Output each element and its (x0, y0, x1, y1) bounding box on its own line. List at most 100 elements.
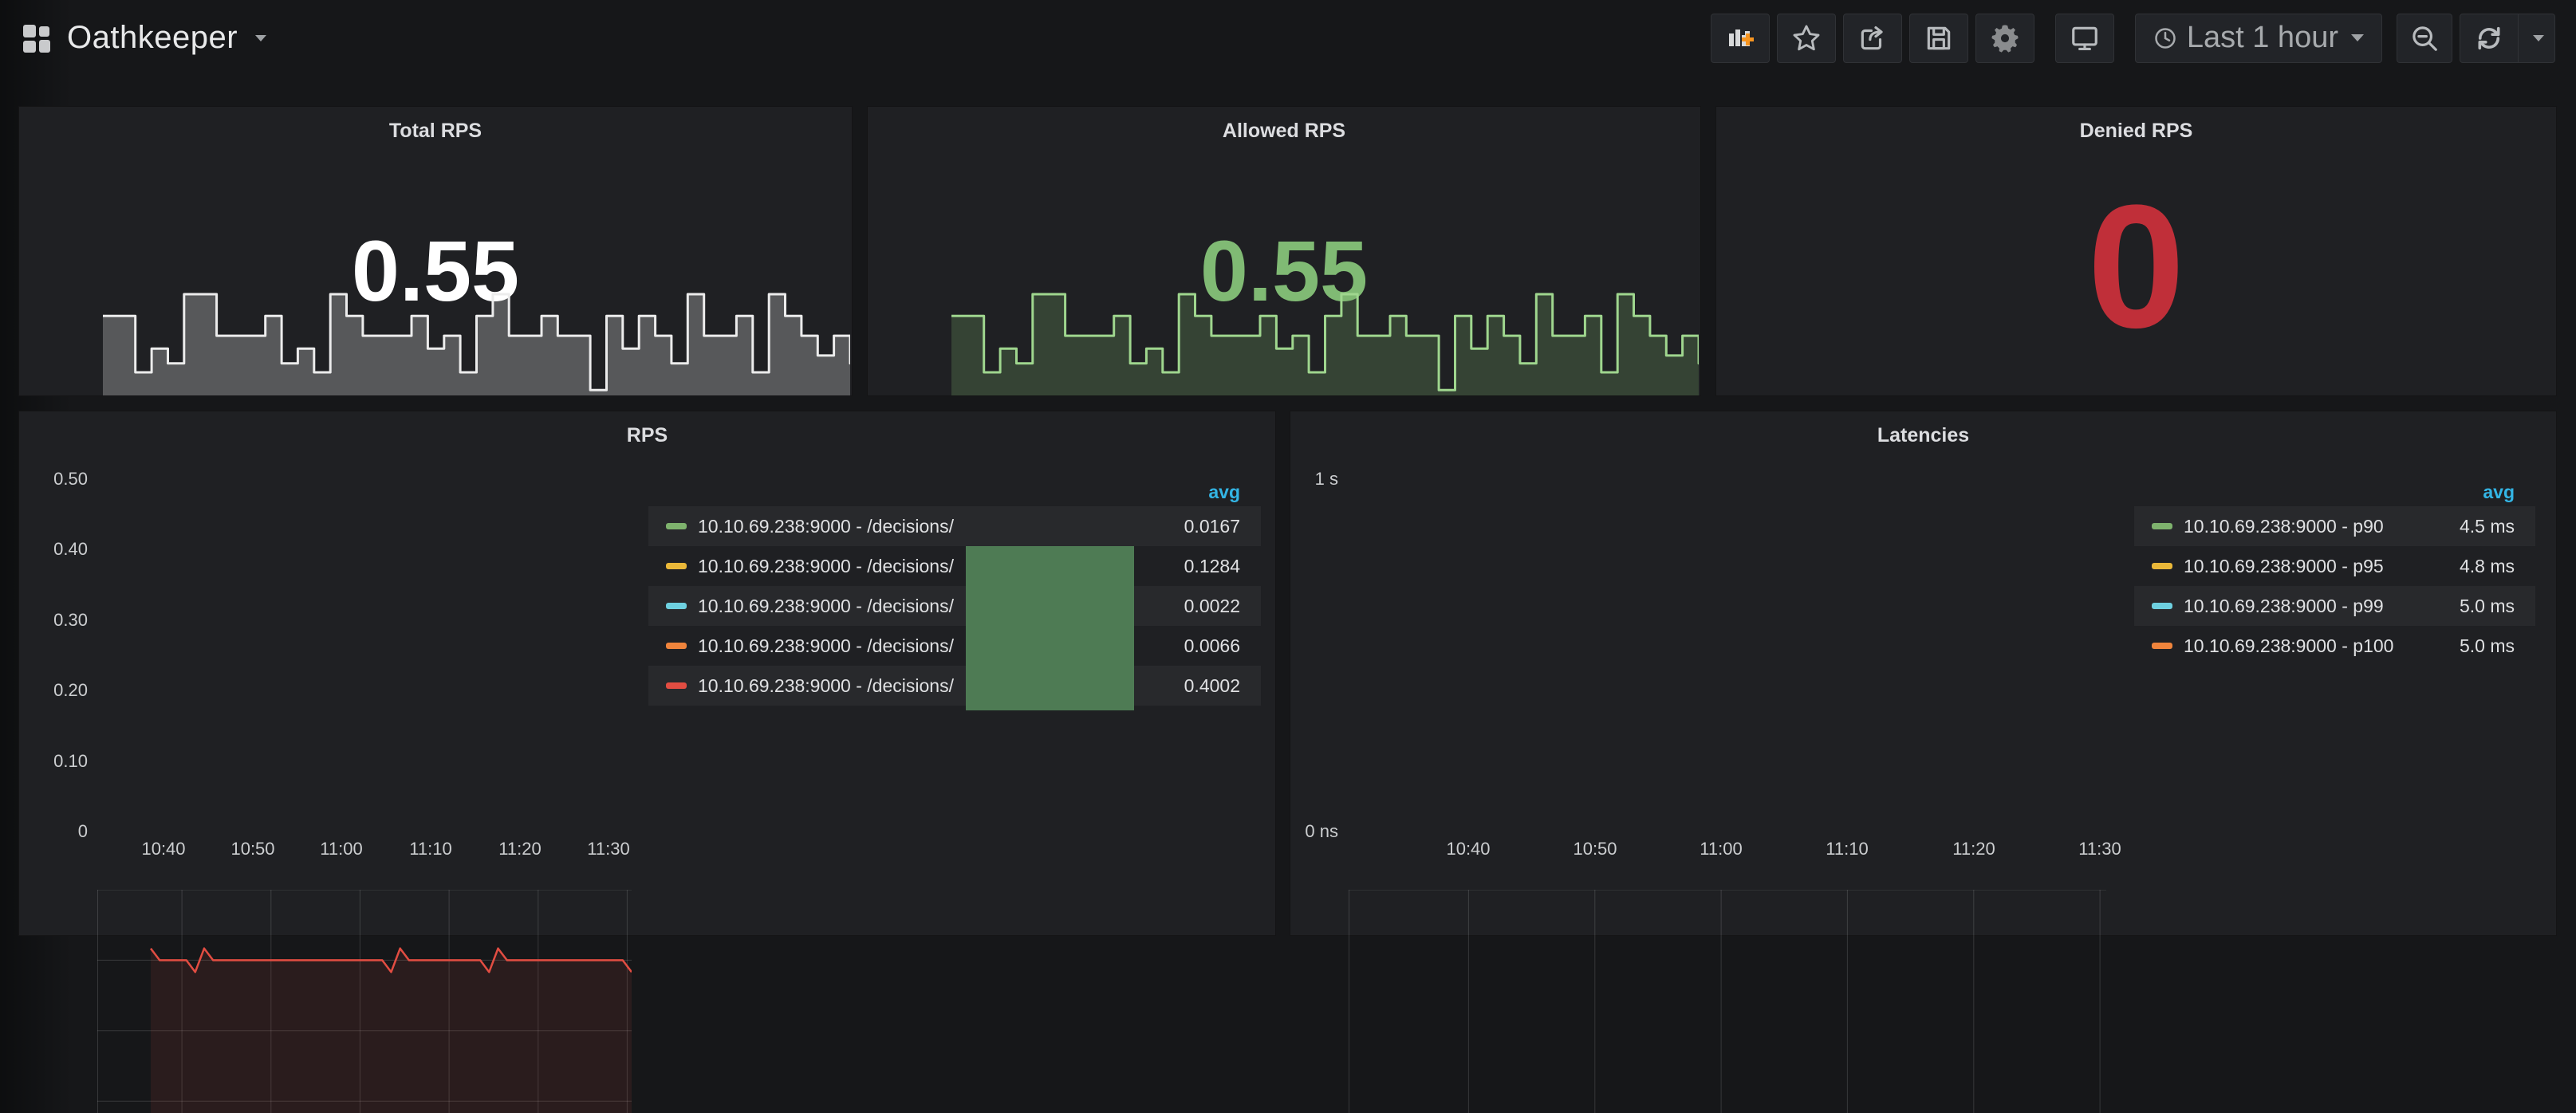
legend-avg-value: 0.0022 (1184, 596, 1261, 617)
x-tick-label: 11:00 (305, 839, 377, 859)
y-tick-label: 0.50 (19, 469, 88, 490)
monitor-icon (2070, 23, 2100, 53)
legend-avg-header[interactable]: avg (2134, 482, 2535, 502)
x-tick-label: 10:50 (217, 839, 289, 859)
refresh-icon (2475, 24, 2503, 53)
x-tick-label: 10:40 (128, 839, 199, 859)
legend-avg-value: 0.4002 (1184, 675, 1261, 697)
header-bar: Oathkeeper (0, 0, 2576, 76)
refresh-button[interactable] (2460, 14, 2518, 62)
grafana-dashboard: Oathkeeper (0, 0, 2576, 1113)
legend-avg-value: 0.1284 (1184, 556, 1261, 577)
chevron-down-icon (255, 35, 266, 41)
zoom-out-icon (2409, 23, 2440, 53)
series-color-swatch[interactable] (666, 523, 687, 529)
refresh-interval-dropdown[interactable] (2518, 14, 2554, 62)
legend-label[interactable]: 10.10.69.238:9000 - p95 (2184, 556, 2460, 577)
star-icon (1791, 23, 1822, 53)
legend-rows: 10.10.69.238:9000 - p904.5 ms10.10.69.23… (2134, 506, 2535, 666)
series-color-swatch[interactable] (2152, 603, 2172, 609)
x-tick-label: 11:20 (484, 839, 556, 859)
green-overlay-artifact (966, 546, 1134, 710)
legend-row: 10.10.69.238:9000 - p954.8 ms (2134, 546, 2535, 586)
legend-label[interactable]: 10.10.69.238:9000 - p100 (2184, 635, 2460, 657)
series-color-swatch[interactable] (666, 603, 687, 609)
legend-avg-value: 0.0066 (1184, 635, 1261, 657)
panel-title[interactable]: Total RPS (19, 120, 852, 143)
refresh-split-button (2460, 14, 2555, 63)
dashboard-title: Oathkeeper (67, 20, 238, 56)
star-button[interactable] (1777, 14, 1836, 63)
zoom-out-button[interactable] (2397, 14, 2452, 63)
allowed-rps-sparkline (951, 292, 1699, 395)
legend-row: 10.10.69.238:9000 - p995.0 ms (2134, 586, 2535, 626)
panel-title[interactable]: Denied RPS (1716, 120, 2556, 143)
y-tick-label: 0 (19, 821, 88, 842)
legend-row: 10.10.69.238:9000 - /decisions/0.0167 (648, 506, 1261, 546)
panel-total-rps: Total RPS 0.55 (18, 106, 853, 396)
share-button[interactable] (1843, 14, 1902, 63)
legend-avg-value: 0.0167 (1184, 516, 1261, 537)
y-tick-label: 0 ns (1290, 821, 1338, 842)
legend-avg-value: 5.0 ms (2460, 596, 2535, 617)
latencies-chart[interactable] (1349, 890, 2106, 1113)
series-color-swatch[interactable] (666, 563, 687, 569)
dashboard-grid-icon (21, 22, 53, 54)
x-tick-label: 10:50 (1559, 839, 1631, 859)
y-tick-label: 0.30 (19, 610, 88, 631)
chevron-down-icon (2533, 35, 2544, 41)
save-icon (1924, 23, 1954, 53)
dashboard-title-dropdown[interactable]: Oathkeeper (21, 20, 266, 56)
legend-row: 10.10.69.238:9000 - /decisions/0.0022 (648, 586, 1261, 626)
legend-row: 10.10.69.238:9000 - p904.5 ms (2134, 506, 2535, 546)
panel-latencies-graph: Latencies 1 s 0 ns 10:40 10:50 11:00 11:10 11… (1290, 411, 2557, 936)
series-color-swatch[interactable] (2152, 643, 2172, 649)
panel-denied-rps: Denied RPS 0 (1715, 106, 2557, 396)
toolbar: Last 1 hour (1711, 14, 2555, 63)
legend-rows: 10.10.69.238:9000 - /decisions/0.016710.… (648, 506, 1261, 706)
settings-button[interactable] (1975, 14, 2034, 63)
rps-chart[interactable] (97, 890, 632, 1113)
x-tick-label: 11:30 (573, 839, 644, 859)
panel-title[interactable]: Allowed RPS (868, 120, 1700, 143)
rps-legend: avg 10.10.69.238:9000 - /decisions/0.016… (648, 482, 1261, 706)
save-button[interactable] (1909, 14, 1968, 63)
gear-icon (1990, 23, 2020, 53)
x-tick-label: 11:00 (1685, 839, 1757, 859)
legend-avg-value: 4.8 ms (2460, 556, 2535, 577)
clock-icon (2153, 26, 2177, 50)
legend-row: 10.10.69.238:9000 - /decisions/0.1284 (648, 546, 1261, 586)
panel-title[interactable]: Latencies (1290, 424, 2556, 447)
x-tick-label: 11:10 (1811, 839, 1883, 859)
legend-label[interactable]: 10.10.69.238:9000 - p90 (2184, 516, 2460, 537)
time-range-label: Last 1 hour (2187, 21, 2338, 55)
legend-label[interactable]: 10.10.69.238:9000 - p99 (2184, 596, 2460, 617)
legend-avg-header[interactable]: avg (648, 482, 1261, 502)
x-tick-label: 10:40 (1432, 839, 1504, 859)
series-color-swatch[interactable] (666, 643, 687, 649)
x-tick-label: 11:20 (1938, 839, 2010, 859)
series-color-swatch[interactable] (2152, 563, 2172, 569)
y-tick-label: 0.40 (19, 539, 88, 560)
total-rps-sparkline (103, 292, 850, 395)
legend-avg-value: 5.0 ms (2460, 635, 2535, 657)
add-panel-button[interactable] (1711, 14, 1770, 63)
legend-row: 10.10.69.238:9000 - p1005.0 ms (2134, 626, 2535, 666)
y-tick-label: 0.20 (19, 680, 88, 701)
chevron-down-icon (2351, 34, 2364, 41)
add-panel-icon (1724, 22, 1756, 54)
legend-row: 10.10.69.238:9000 - /decisions/0.4002 (648, 666, 1261, 706)
series-color-swatch[interactable] (2152, 523, 2172, 529)
panel-rps-graph: RPS 0.50 0.40 0.30 0.20 0.10 0 10:40 10:50 11:0… (18, 411, 1276, 936)
x-tick-label: 11:30 (2064, 839, 2136, 859)
panel-title[interactable]: RPS (19, 424, 1275, 447)
latencies-legend: avg 10.10.69.238:9000 - p904.5 ms10.10.6… (2134, 482, 2535, 666)
series-color-swatch[interactable] (666, 682, 687, 689)
share-icon (1857, 23, 1888, 53)
panel-allowed-rps: Allowed RPS 0.55 (867, 106, 1701, 396)
cycle-view-button[interactable] (2055, 14, 2114, 63)
y-tick-label: 0.10 (19, 751, 88, 772)
time-range-picker[interactable]: Last 1 hour (2135, 14, 2382, 63)
y-tick-label: 1 s (1290, 469, 1338, 490)
legend-label[interactable]: 10.10.69.238:9000 - /decisions/ (698, 516, 1184, 537)
